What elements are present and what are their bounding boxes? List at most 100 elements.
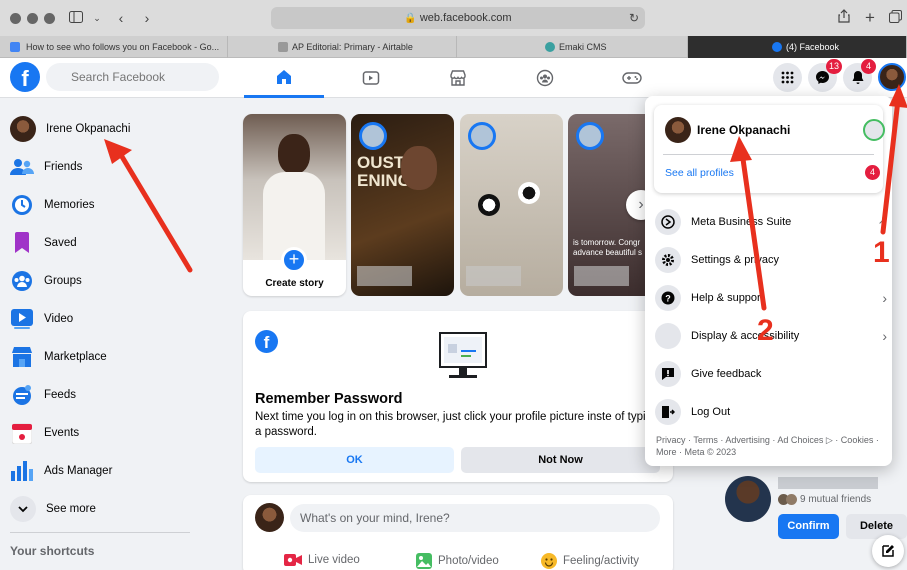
not-now-button[interactable]: Not Now bbox=[461, 447, 660, 473]
add-story-icon[interactable]: + bbox=[281, 247, 307, 273]
groups-tab[interactable] bbox=[505, 58, 585, 98]
story-avatar bbox=[359, 122, 387, 150]
photo-video-button[interactable]: Photo/video bbox=[416, 553, 499, 569]
tab-facebook[interactable]: (4) Facebook bbox=[688, 36, 907, 58]
reload-icon[interactable]: ↻ bbox=[629, 7, 639, 29]
story-card[interactable]: OUSTIC ENING bbox=[351, 114, 454, 296]
menu-item-label: Give feedback bbox=[691, 368, 762, 380]
remember-password-card: f Remember Password Next time you log in… bbox=[243, 311, 673, 482]
sidebar-item-groups[interactable]: Groups bbox=[8, 263, 233, 299]
tab-airtable[interactable]: AP Editorial: Primary - Airtable bbox=[228, 36, 457, 58]
monitor-illustration-icon bbox=[439, 332, 487, 378]
new-tab-icon[interactable]: + bbox=[861, 9, 879, 27]
delete-button[interactable]: Delete bbox=[846, 514, 907, 539]
step-1-label: 1 bbox=[873, 236, 890, 269]
yin-yang-pendant bbox=[518, 182, 540, 204]
see-all-profiles-link[interactable]: See all profiles bbox=[665, 167, 734, 179]
tab-bar: How to see who follows you on Facebook -… bbox=[0, 36, 907, 58]
home-tab[interactable] bbox=[244, 58, 324, 98]
messenger-button[interactable]: 13 bbox=[808, 59, 843, 92]
profile-card[interactable]: Irene Okpanachi See all profiles 4 bbox=[654, 105, 885, 193]
facebook-header: f 13 4 bbox=[0, 58, 907, 98]
marketplace-tab[interactable] bbox=[418, 58, 498, 98]
video-tab[interactable] bbox=[331, 58, 411, 98]
sidebar-item-video[interactable]: Video bbox=[8, 301, 233, 337]
chevron-down-icon[interactable]: ⌄ bbox=[88, 9, 106, 27]
facebook-icon bbox=[772, 42, 782, 52]
help-icon: ? bbox=[655, 285, 681, 311]
tab-label: How to see who follows you on Facebook -… bbox=[26, 42, 220, 52]
menu-item-label: Help & support bbox=[691, 292, 764, 304]
feedback-icon bbox=[655, 361, 681, 387]
sidebar-item-friends[interactable]: Friends bbox=[8, 149, 233, 185]
tab-overview-icon[interactable] bbox=[886, 9, 904, 27]
tab-how-to-see-followers[interactable]: How to see who follows you on Facebook -… bbox=[0, 36, 228, 58]
sidebar-item-label: Memories bbox=[44, 199, 95, 211]
logout-icon bbox=[655, 399, 681, 425]
forward-icon[interactable]: › bbox=[138, 9, 156, 27]
gaming-tab[interactable] bbox=[592, 58, 672, 98]
divider bbox=[10, 532, 190, 533]
new-message-button[interactable] bbox=[872, 535, 904, 567]
menu-button[interactable] bbox=[773, 63, 802, 92]
card-body: Next time you log in on this browser, ju… bbox=[255, 411, 659, 438]
sidebar-see-more[interactable]: See more bbox=[8, 491, 233, 527]
gear-icon bbox=[655, 247, 681, 273]
google-docs-icon bbox=[10, 42, 20, 52]
back-icon[interactable]: ‹ bbox=[112, 9, 130, 27]
compose-icon bbox=[882, 545, 894, 557]
confirm-button[interactable]: Confirm bbox=[778, 514, 839, 539]
friend-request-avatar[interactable] bbox=[725, 476, 771, 522]
blurred-requester-name bbox=[778, 477, 878, 489]
meta-business-suite-item[interactable]: Meta Business Suite ↗ bbox=[655, 204, 887, 240]
address-bar[interactable]: 🔒 web.facebook.com ↻ bbox=[271, 7, 645, 29]
close-window-button[interactable] bbox=[10, 13, 21, 24]
share-icon[interactable] bbox=[835, 9, 853, 27]
smiley-icon bbox=[541, 553, 557, 569]
story-card[interactable] bbox=[460, 114, 563, 296]
video-icon bbox=[362, 71, 380, 85]
zoom-window-button[interactable] bbox=[44, 13, 55, 24]
tab-emaki-cms[interactable]: Emaki CMS bbox=[457, 36, 688, 58]
sidebar-item-marketplace[interactable]: Marketplace bbox=[8, 339, 233, 375]
facebook-logo[interactable]: f bbox=[10, 62, 40, 92]
create-story-card[interactable]: + Create story bbox=[243, 114, 346, 296]
profiles-badge: 4 bbox=[865, 165, 880, 180]
sidebar-item-profile[interactable]: Irene Okpanachi bbox=[8, 111, 233, 147]
status-input[interactable]: What's on your mind, Irene? bbox=[290, 504, 660, 532]
airtable-icon bbox=[278, 42, 288, 52]
sidebar-item-label: Groups bbox=[44, 275, 82, 287]
settings-privacy-item[interactable]: Settings & privacy bbox=[655, 242, 887, 278]
groups-icon bbox=[10, 269, 34, 293]
ok-button[interactable]: OK bbox=[255, 447, 454, 473]
minimize-window-button[interactable] bbox=[27, 13, 38, 24]
sidebar-item-saved[interactable]: Saved bbox=[8, 225, 233, 261]
sidebar-toggle-icon[interactable] bbox=[67, 9, 85, 27]
calendar-icon bbox=[10, 421, 34, 445]
sidebar-item-feeds[interactable]: Feeds bbox=[8, 377, 233, 413]
sidebar-item-memories[interactable]: Memories bbox=[8, 187, 233, 223]
dropdown-footer-links[interactable]: Privacy · Terms · Advertising · Ad Choic… bbox=[656, 434, 886, 458]
story-caption: is tomorrow. Congr advance beautiful s bbox=[573, 238, 642, 257]
give-feedback-item[interactable]: Give feedback bbox=[655, 356, 887, 392]
search-input[interactable] bbox=[46, 63, 219, 91]
sidebar-item-label: Friends bbox=[44, 161, 83, 173]
mutual-friends: 9 mutual friends bbox=[778, 494, 871, 505]
live-video-button[interactable]: Live video bbox=[284, 553, 360, 567]
account-avatar-button[interactable] bbox=[878, 63, 906, 91]
svg-text:?: ? bbox=[665, 294, 671, 304]
log-out-item[interactable]: Log Out bbox=[655, 394, 887, 430]
feeling-activity-button[interactable]: Feeling/activity bbox=[541, 553, 639, 569]
gaming-icon bbox=[622, 72, 642, 84]
friends-icon bbox=[10, 155, 34, 179]
photo-icon bbox=[416, 553, 432, 569]
story-person bbox=[401, 146, 437, 190]
sidebar-item-ads-manager[interactable]: Ads Manager bbox=[8, 453, 233, 489]
notifications-button[interactable]: 4 bbox=[843, 59, 876, 92]
menu-item-label: Meta Business Suite bbox=[691, 216, 792, 228]
sidebar-item-events[interactable]: Events bbox=[8, 415, 233, 451]
help-support-item[interactable]: ? Help & support › bbox=[655, 280, 887, 316]
chevron-right-icon: › bbox=[882, 328, 887, 344]
profile-switch-icon[interactable] bbox=[863, 119, 885, 141]
account-dropdown: Irene Okpanachi See all profiles 4 Meta … bbox=[645, 96, 892, 466]
